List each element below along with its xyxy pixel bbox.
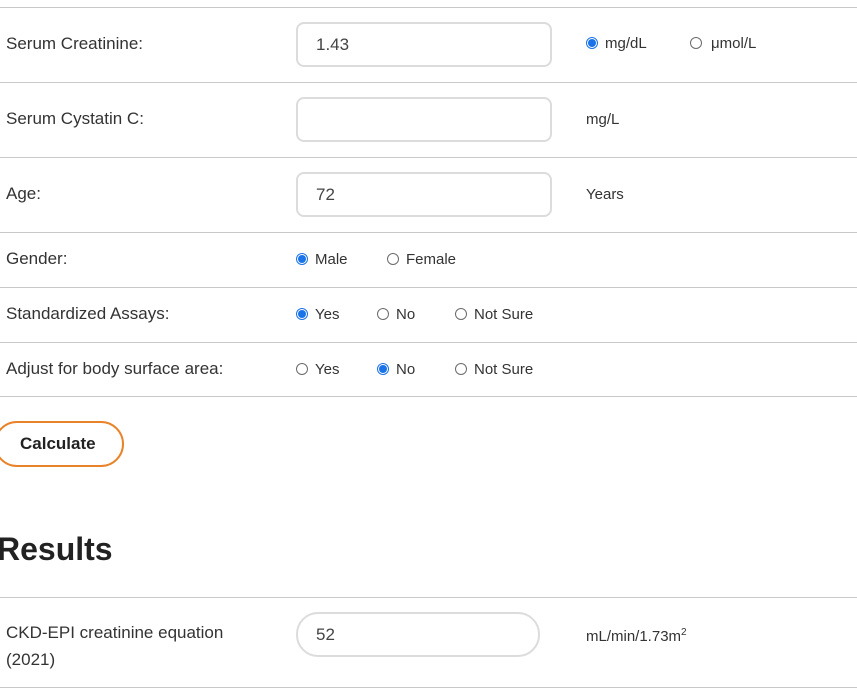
ckd-epi-label-line1: CKD-EPI creatinine equation xyxy=(6,623,224,642)
radio-unchecked-icon[interactable] xyxy=(387,253,399,265)
radio-checked-icon[interactable] xyxy=(377,363,389,375)
row-divider xyxy=(0,287,857,288)
creatinine-input[interactable]: 1.43 xyxy=(296,22,552,67)
ckd-epi-unit: mL/min/1.73m2 xyxy=(586,623,687,647)
assays-yes-option[interactable]: Yes xyxy=(296,304,339,324)
ckd-epi-unit-exponent: 2 xyxy=(681,627,687,638)
calculate-button[interactable]: Calculate xyxy=(0,421,124,467)
ckd-epi-unit-base: mL/min/1.73m xyxy=(586,628,682,645)
ckd-epi-result-field: 52 xyxy=(296,612,540,657)
radio-checked-icon[interactable] xyxy=(586,37,598,49)
bsa-yes-option[interactable]: Yes xyxy=(296,359,339,379)
assays-notsure-option[interactable]: Not Sure xyxy=(455,304,533,324)
radio-unchecked-icon[interactable] xyxy=(377,308,389,320)
row-divider xyxy=(0,232,857,233)
row-divider xyxy=(0,396,857,397)
egfr-calculator: Serum Creatinine: 1.43 mg/dL μmol/L Seru… xyxy=(0,0,857,694)
creatinine-unit-umol-option[interactable]: μmol/L xyxy=(690,33,756,53)
radio-unchecked-icon[interactable] xyxy=(690,37,702,49)
age-input[interactable]: 72 xyxy=(296,172,552,217)
creatinine-label: Serum Creatinine: xyxy=(6,34,144,53)
option-label: mg/dL xyxy=(605,34,647,52)
option-label: No xyxy=(396,360,416,378)
bsa-label: Adjust for body surface area: xyxy=(6,359,224,378)
option-label: Not Sure xyxy=(474,305,534,323)
age-unit: Years xyxy=(586,186,624,203)
bsa-no-option[interactable]: No xyxy=(377,359,415,379)
radio-unchecked-icon[interactable] xyxy=(455,363,467,375)
assays-no-option[interactable]: No xyxy=(377,304,415,324)
assays-label: Standardized Assays: xyxy=(6,304,170,323)
row-divider xyxy=(0,687,857,688)
bsa-notsure-option[interactable]: Not Sure xyxy=(455,359,533,379)
results-heading: Results xyxy=(0,531,113,567)
creatinine-unit-mgdl-option[interactable]: mg/dL xyxy=(586,33,647,53)
option-label: Not Sure xyxy=(474,360,534,378)
cystatin-unit: mg/L xyxy=(586,111,620,128)
gender-male-option[interactable]: Male xyxy=(296,249,348,269)
gender-female-option[interactable]: Female xyxy=(387,249,456,269)
option-label: Male xyxy=(315,250,348,268)
radio-unchecked-icon[interactable] xyxy=(296,363,308,375)
cystatin-label: Serum Cystatin C: xyxy=(6,109,144,128)
row-divider xyxy=(0,157,857,158)
age-label: Age: xyxy=(6,184,41,203)
radio-checked-icon[interactable] xyxy=(296,253,308,265)
ckd-epi-label-line2: (2021) xyxy=(6,650,56,669)
cystatin-input[interactable] xyxy=(296,97,552,142)
radio-unchecked-icon[interactable] xyxy=(455,308,467,320)
option-label: μmol/L xyxy=(711,34,757,52)
option-label: No xyxy=(396,305,416,323)
row-divider xyxy=(0,82,857,83)
row-divider xyxy=(0,7,857,8)
row-divider xyxy=(0,597,857,598)
option-label: Yes xyxy=(315,360,340,378)
radio-checked-icon[interactable] xyxy=(296,308,308,320)
row-divider xyxy=(0,342,857,343)
gender-label: Gender: xyxy=(6,249,68,268)
option-label: Female xyxy=(406,250,457,268)
option-label: Yes xyxy=(315,305,340,323)
